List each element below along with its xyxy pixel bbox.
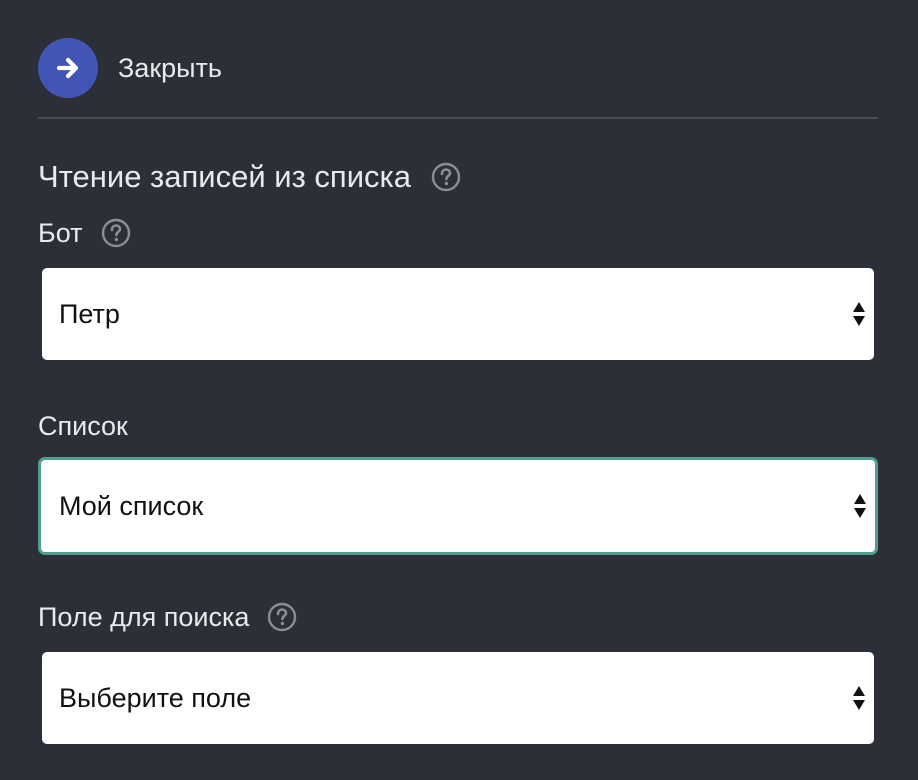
section-title-text: Чтение записей из списка [38,159,411,194]
search-field-select[interactable]: Выберите поле [42,652,874,744]
section-title: Чтение записей из списка [38,157,461,197]
list-field-label: Список [38,408,128,444]
search-field-select-value: Выберите поле [59,682,252,713]
list-select-value: Мой список [59,490,204,521]
search-field-label: Поле для поиска [38,599,297,635]
bot-select[interactable]: Петр [42,268,874,360]
sort-arrows-icon [853,686,865,710]
question-circle-icon[interactable] [101,218,131,248]
header-divider [38,117,878,119]
panel-header: Закрыть [38,38,222,98]
list-label-text: Список [38,410,128,441]
question-circle-icon[interactable] [431,162,461,192]
sort-arrows-icon [854,494,866,518]
bot-label-text: Бот [38,217,83,248]
arrow-right-icon [56,57,79,79]
search-field-label-text: Поле для поиска [38,601,250,632]
close-button[interactable] [38,38,98,98]
bot-field-label: Бот [38,215,131,251]
close-label[interactable]: Закрыть [118,53,222,84]
question-circle-icon[interactable] [267,602,297,632]
sort-arrows-icon [853,302,865,326]
list-select[interactable]: Мой список [38,457,878,555]
bot-select-value: Петр [59,298,120,329]
